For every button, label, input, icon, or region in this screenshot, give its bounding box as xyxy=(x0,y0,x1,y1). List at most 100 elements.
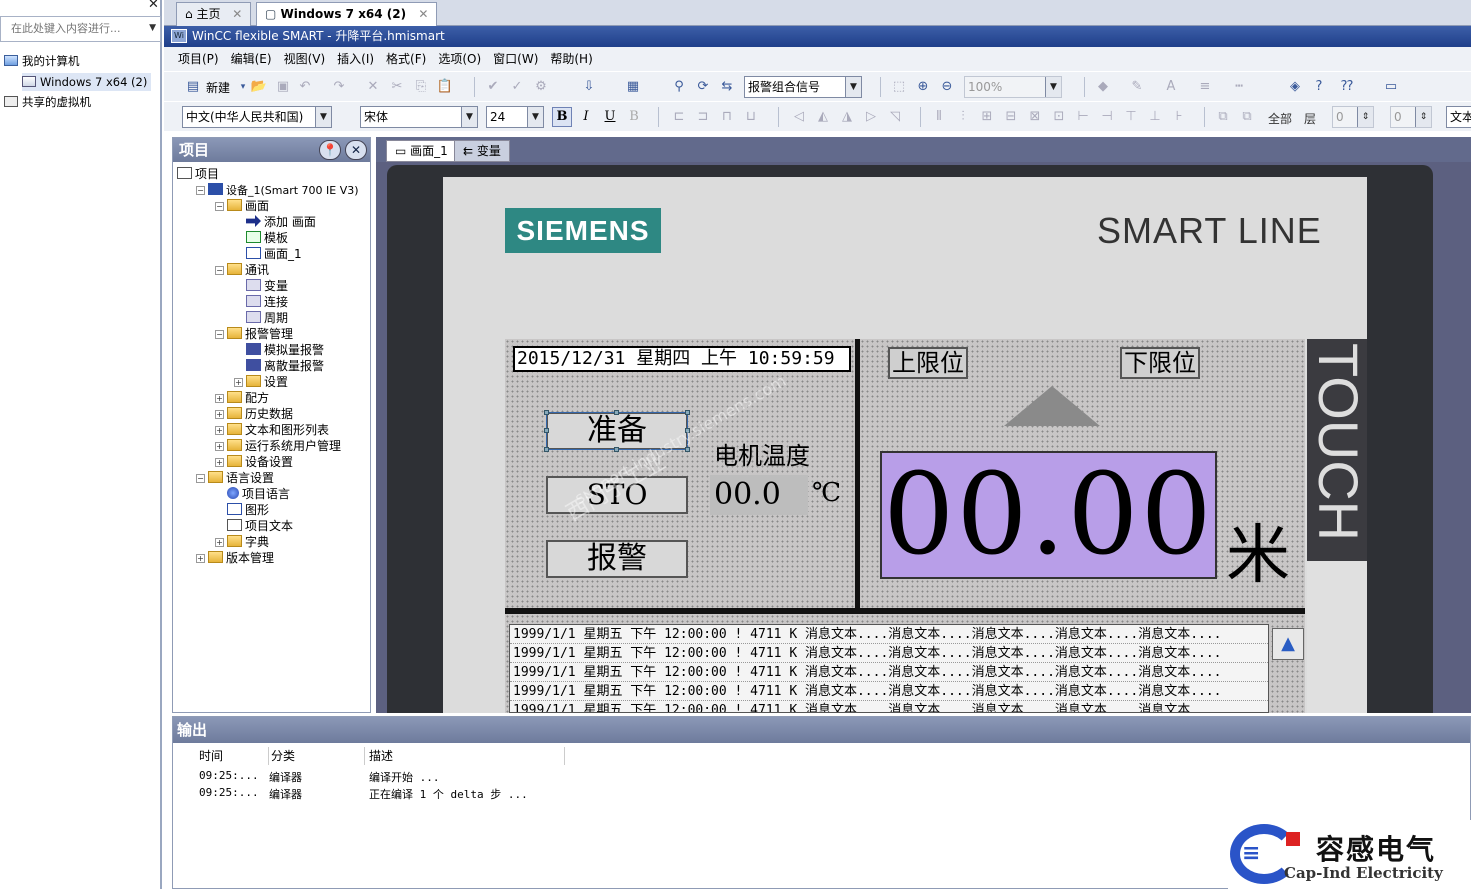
column-header-description[interactable]: 描述 xyxy=(365,747,565,765)
align-center-icon[interactable]: ⊐ xyxy=(694,108,712,126)
tree-node[interactable]: + 文本和图形列表 xyxy=(215,422,329,438)
tree-node[interactable]: 项目 xyxy=(177,166,219,182)
tree-node[interactable]: 模板 xyxy=(234,230,288,246)
generate-icon[interactable]: ⚙ xyxy=(532,78,550,96)
check-icon[interactable]: ✔ xyxy=(484,78,502,96)
window-layout-icon[interactable]: ▭ xyxy=(1382,78,1400,96)
tree-node[interactable]: + 运行系统用户管理 xyxy=(215,438,341,454)
tree-node[interactable]: + 设置 xyxy=(234,374,288,390)
send-back-icon[interactable]: ⊤ xyxy=(1122,108,1140,126)
pin-icon[interactable]: 📍 xyxy=(319,140,341,160)
column-header-time[interactable]: 时间 xyxy=(197,747,269,765)
expand-icon[interactable]: + xyxy=(196,554,205,563)
alarm-row[interactable]: 1999/1/1 星期五 下午 12:00:00 ! 4711 K 消息文本..… xyxy=(510,644,1268,663)
resize-handle[interactable] xyxy=(614,447,619,452)
same-size-icon[interactable]: ⊠ xyxy=(1026,108,1044,126)
center-h-icon[interactable]: ⊡ xyxy=(1050,108,1068,126)
alarm-view[interactable]: 1999/1/1 星期五 下午 12:00:00 ! 4711 K 消息文本..… xyxy=(509,624,1269,713)
zoom-out-icon[interactable]: ⊖ xyxy=(938,78,956,96)
group-icon[interactable]: ⊥ xyxy=(1146,108,1164,126)
runtime-icon[interactable]: ▦ xyxy=(624,78,642,96)
bring-front-icon[interactable]: ⊣ xyxy=(1098,108,1116,126)
menu-view[interactable]: 视图(V) xyxy=(278,47,332,71)
alarm-class-select[interactable]: 报警组合信号 ▼ xyxy=(744,76,862,98)
layer-icon[interactable]: ⧉ xyxy=(1214,108,1232,126)
tab-screen-1[interactable]: ▭ 画面_1 xyxy=(386,140,457,162)
tree-node[interactable]: 模拟量报警 xyxy=(234,342,324,358)
library-item-vm[interactable]: Windows 7 x64 (2) xyxy=(22,73,152,91)
binoculars-icon[interactable]: ⚲ xyxy=(670,78,688,96)
height-value-field[interactable]: 00.00 xyxy=(880,451,1217,579)
transfer-icon[interactable]: ⇩ xyxy=(580,78,598,96)
expand-icon[interactable]: + xyxy=(215,458,224,467)
undo-icon[interactable]: ↶ xyxy=(296,78,314,96)
menu-window[interactable]: 窗口(W) xyxy=(487,47,544,71)
resize-handle[interactable] xyxy=(544,410,549,415)
fill-color-icon[interactable]: ◆ xyxy=(1094,78,1112,96)
motor-temp-field[interactable]: 00.0 xyxy=(710,475,808,515)
rotate-icon[interactable]: ◹ xyxy=(886,108,904,126)
close-icon[interactable]: ✕ xyxy=(148,0,159,12)
resize-handle[interactable] xyxy=(614,410,619,415)
library-item-my-computer[interactable]: 我的计算机 xyxy=(4,52,80,70)
resize-handle[interactable] xyxy=(544,428,549,433)
tree-node[interactable]: − 设备_1(Smart 700 IE V3) xyxy=(196,182,359,199)
menu-edit[interactable]: 编辑(E) xyxy=(225,47,278,71)
line-color-icon[interactable]: ✎ xyxy=(1128,78,1146,96)
tree-node[interactable]: − 画面 xyxy=(215,198,269,214)
tree-node[interactable]: 连接 xyxy=(234,294,288,310)
tree-node[interactable]: 周期 xyxy=(234,310,288,326)
rotate-left-icon[interactable]: ◁ xyxy=(790,108,808,126)
tab-home[interactable]: ⌂ 主页 ✕ xyxy=(176,2,252,26)
menu-insert[interactable]: 插入(I) xyxy=(331,47,380,71)
zoom-select-icon[interactable]: ⬚ xyxy=(890,78,908,96)
italic-button[interactable]: I xyxy=(576,107,596,127)
bold-button[interactable]: B xyxy=(552,107,572,127)
open-icon[interactable]: 📂 xyxy=(250,78,268,96)
font-select[interactable]: 宋体 ▼ xyxy=(360,106,478,128)
close-icon[interactable]: ✕ xyxy=(345,140,367,160)
tree-node[interactable]: − 报警管理 xyxy=(215,326,293,342)
library-search-input[interactable] xyxy=(1,17,141,39)
language-select[interactable]: 中文(中华人民共和国) ▼ xyxy=(182,106,332,128)
align-top-icon[interactable]: ⊔ xyxy=(742,108,760,126)
line-pattern-icon[interactable]: ┅ xyxy=(1230,78,1248,96)
tree-node[interactable]: 图形 xyxy=(215,502,269,518)
collapse-icon[interactable]: − xyxy=(215,266,224,275)
layer-spinner-2[interactable]: 0 ⇕ xyxy=(1390,106,1432,128)
tree-node[interactable]: − 通讯 xyxy=(215,262,269,278)
expand-icon[interactable]: + xyxy=(215,410,224,419)
rotate-right-icon[interactable]: ▷ xyxy=(862,108,880,126)
all-layers-label[interactable]: 全部 xyxy=(1268,110,1292,127)
collapse-icon[interactable]: − xyxy=(215,202,224,211)
close-icon[interactable]: ✕ xyxy=(232,7,242,21)
paste-icon[interactable]: 📋 xyxy=(436,78,454,96)
library-search[interactable]: ▼ xyxy=(0,16,161,42)
zoom-in-icon[interactable]: ⊕ xyxy=(914,78,932,96)
alarm-button[interactable]: 报警 xyxy=(546,540,688,578)
tab-vm[interactable]: ▢ Windows 7 x64 (2) ✕ xyxy=(256,2,438,26)
expand-icon[interactable]: + xyxy=(234,378,243,387)
same-height-icon[interactable]: ⊟ xyxy=(1002,108,1020,126)
tree-node[interactable]: 项目语言 xyxy=(215,486,290,502)
spin-icon[interactable]: ⇕ xyxy=(1415,107,1431,127)
distribute-h-icon[interactable]: ⫴ xyxy=(930,108,948,126)
resize-handle[interactable] xyxy=(685,428,690,433)
menu-help[interactable]: 帮助(H) xyxy=(544,47,598,71)
menu-project[interactable]: 项目(P) xyxy=(172,47,225,71)
refresh-icon[interactable]: ⟳ xyxy=(694,78,712,96)
scroll-up-icon[interactable]: ▲ xyxy=(1272,628,1304,660)
context-help-icon[interactable]: ⁇ xyxy=(1338,78,1356,96)
tab-tags[interactable]: ⇇ 变量 xyxy=(454,140,510,162)
save-icon[interactable]: ▣ xyxy=(274,78,292,96)
text-select[interactable]: 文本 xyxy=(1446,106,1471,128)
chevron-down-icon[interactable]: ▼ xyxy=(845,77,861,97)
resize-handle[interactable] xyxy=(544,447,549,452)
flip-horizontal-icon[interactable]: ◭ xyxy=(814,108,832,126)
align-left-icon[interactable]: ⊏ xyxy=(670,108,688,126)
tree-node[interactable]: + 字典 xyxy=(215,534,269,550)
text-style-button[interactable]: B xyxy=(624,107,644,127)
spin-icon[interactable]: ⇕ xyxy=(1357,107,1373,127)
expand-icon[interactable]: + xyxy=(215,442,224,451)
upper-limit-indicator[interactable]: 上限位 xyxy=(888,347,968,379)
